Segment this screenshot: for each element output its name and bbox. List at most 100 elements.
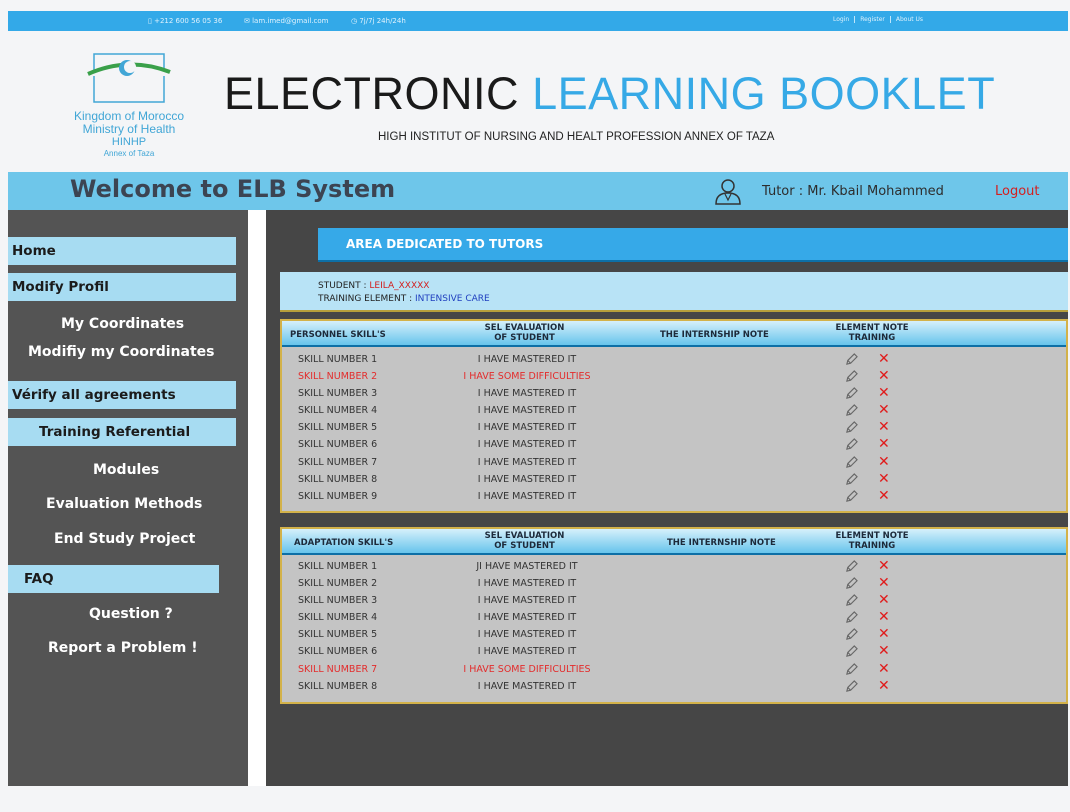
- self-evaluation: I HAVE MASTERED IT: [477, 388, 577, 400]
- self-evaluation: I HAVE MASTERED IT: [477, 439, 577, 451]
- hours-info: ◷ 7j/7j 24h/24h: [351, 17, 406, 25]
- sidebar-link-question[interactable]: Question ?: [89, 606, 173, 622]
- ministry-logo: Kingdom of Morocco Ministry of Health HI…: [54, 46, 204, 164]
- delete-x-icon[interactable]: ✕: [878, 661, 890, 677]
- sidebar-item-faq[interactable]: FAQ: [8, 565, 219, 593]
- sidebar-link-evaluation-methods[interactable]: Evaluation Methods: [46, 496, 202, 512]
- col-header-element-2: TRAINING: [848, 541, 896, 551]
- personnel-rows: SKILL NUMBER 1 I HAVE MASTERED IT ✕ SKILL …: [282, 347, 1066, 505]
- table-row: SKILL NUMBER 5 I HAVE MASTERED IT ✕: [282, 626, 1066, 643]
- self-evaluation: I HAVE MASTERED IT: [477, 629, 577, 641]
- delete-x-icon[interactable]: ✕: [878, 558, 890, 574]
- delete-x-icon[interactable]: ✕: [878, 436, 890, 452]
- table-row: SKILL NUMBER 1 I HAVE MASTERED IT ✕: [282, 351, 1066, 368]
- student-info: STUDENT : LEILA_XXXXX TRAINING ELEMENT :…: [280, 272, 1068, 312]
- delete-x-icon[interactable]: ✕: [878, 351, 890, 367]
- self-evaluation: I HAVE MASTERED IT: [477, 405, 577, 417]
- main-content: AREA DEDICATED TO TUTORS STUDENT : LEILA…: [266, 210, 1068, 786]
- skill-name: SKILL NUMBER 1: [298, 354, 378, 365]
- table-row: SKILL NUMBER 8 I HAVE MASTERED IT ✕: [282, 678, 1066, 695]
- sidebar-item-training-referential[interactable]: Training Referential: [8, 418, 236, 446]
- self-evaluation: I HAVE MASTERED IT: [477, 422, 577, 434]
- pencil-icon[interactable]: [845, 489, 858, 503]
- sidebar-item-home[interactable]: Home: [8, 237, 236, 265]
- delete-x-icon[interactable]: ✕: [878, 626, 890, 642]
- table-row: SKILL NUMBER 3 I HAVE MASTERED IT ✕: [282, 592, 1066, 609]
- logout-link[interactable]: Logout: [995, 184, 1040, 199]
- col-header-sel-2: OF STUDENT: [494, 541, 555, 551]
- skill-name: SKILL NUMBER 6: [298, 439, 378, 451]
- pencil-icon[interactable]: [845, 577, 858, 590]
- login-link[interactable]: Login: [828, 16, 856, 23]
- self-evaluation: JI HAVE MASTERED IT: [476, 561, 578, 572]
- skill-name: SKILL NUMBER 9: [298, 490, 378, 502]
- pencil-icon[interactable]: [845, 594, 858, 607]
- table-row: SKILL NUMBER 2 I HAVE SOME DIFFICULTIES ✕: [282, 368, 1066, 385]
- delete-x-icon[interactable]: ✕: [878, 643, 890, 659]
- delete-x-icon[interactable]: ✕: [878, 488, 890, 504]
- delete-x-icon[interactable]: ✕: [878, 454, 890, 470]
- pencil-icon[interactable]: [845, 404, 858, 417]
- delete-x-icon[interactable]: ✕: [878, 402, 890, 418]
- delete-x-icon[interactable]: ✕: [878, 575, 890, 591]
- pencil-icon[interactable]: [845, 370, 858, 383]
- sidebar-link-modules[interactable]: Modules: [93, 462, 159, 478]
- sidebar-link-my-coordinates[interactable]: My Coordinates: [61, 316, 184, 332]
- logo-line-4: Annex of Taza: [103, 149, 155, 158]
- tutor-name: Tutor : Mr. Kbail Mohammed: [762, 184, 944, 199]
- sidebar-item-verify-agreements[interactable]: Vérify all agreements: [8, 381, 236, 409]
- skill-name: SKILL NUMBER 7: [298, 663, 378, 675]
- training-row: TRAINING ELEMENT : INTENSIVE CARE: [318, 294, 490, 304]
- self-evaluation: I HAVE MASTERED IT: [477, 595, 577, 607]
- site-title: ELECTRONIC LEARNING BOOKLET: [224, 68, 995, 120]
- delete-x-icon[interactable]: ✕: [878, 368, 890, 384]
- self-evaluation: I HAVE SOME DIFFICULTIES: [463, 663, 591, 675]
- table-row: SKILL NUMBER 2 I HAVE MASTERED IT ✕: [282, 575, 1066, 592]
- user-icon: [715, 179, 741, 205]
- sidebar-item-modify-profil[interactable]: Modify Profil: [8, 273, 236, 301]
- adaptation-skills-header: ADAPTATION SKILL'S SEL EVALUATION OF STU…: [282, 529, 1066, 555]
- pencil-icon[interactable]: [845, 421, 858, 434]
- table-row: SKILL NUMBER 6 I HAVE MASTERED IT ✕: [282, 643, 1066, 660]
- pencil-icon[interactable]: [845, 662, 858, 676]
- delete-x-icon[interactable]: ✕: [878, 385, 890, 401]
- table-row: SKILL NUMBER 7 I HAVE MASTERED IT ✕: [282, 454, 1066, 471]
- pencil-icon[interactable]: [845, 455, 858, 469]
- crescent-logo-icon: [87, 53, 171, 103]
- delete-x-icon[interactable]: ✕: [878, 678, 890, 694]
- logo-line-2: Ministry of Health: [82, 122, 176, 136]
- welcome-title: Welcome to ELB System: [70, 175, 396, 203]
- col-header-note: THE INTERNSHIP NOTE: [667, 538, 776, 548]
- top-info-bar: ▯ +212 600 56 05 36 ✉ lam.imed@gmail.com…: [8, 11, 1068, 31]
- pencil-icon[interactable]: [845, 387, 858, 400]
- pencil-icon[interactable]: [845, 472, 858, 486]
- skill-name: SKILL NUMBER 8: [298, 473, 378, 485]
- pencil-icon[interactable]: [845, 611, 858, 624]
- sidebar: Home Modify Profil My Coordinates Modifi…: [8, 210, 248, 786]
- self-evaluation: I HAVE MASTERED IT: [477, 612, 577, 624]
- sidebar-link-report-problem[interactable]: Report a Problem !: [48, 640, 198, 656]
- sidebar-link-end-study-project[interactable]: End Study Project: [54, 531, 195, 547]
- sidebar-link-modify-coordinates[interactable]: Modifiy my Coordinates: [28, 344, 215, 360]
- skill-name: SKILL NUMBER 3: [298, 388, 378, 400]
- self-evaluation: I HAVE MASTERED IT: [477, 578, 577, 590]
- pencil-icon[interactable]: [845, 679, 858, 693]
- delete-x-icon[interactable]: ✕: [878, 471, 890, 487]
- sidebar-divider: [248, 210, 266, 786]
- title-blue: LEARNING BOOKLET: [532, 68, 996, 119]
- pencil-icon[interactable]: [845, 438, 858, 451]
- area-title-bar: AREA DEDICATED TO TUTORS: [318, 228, 1068, 262]
- pencil-icon[interactable]: [845, 645, 858, 658]
- about-link[interactable]: About Us: [891, 16, 928, 23]
- site-subtitle: HIGH INSTITUT OF NURSING AND HEALT PROFE…: [378, 131, 775, 143]
- pencil-icon[interactable]: [845, 353, 858, 366]
- col-header-element-2: TRAINING: [848, 333, 896, 343]
- self-evaluation: I HAVE SOME DIFFICULTIES: [463, 371, 591, 383]
- pencil-icon[interactable]: [845, 628, 858, 641]
- delete-x-icon[interactable]: ✕: [878, 592, 890, 608]
- delete-x-icon[interactable]: ✕: [878, 609, 890, 625]
- register-link[interactable]: Register: [855, 16, 891, 23]
- pencil-icon[interactable]: [845, 560, 858, 573]
- delete-x-icon[interactable]: ✕: [878, 419, 890, 435]
- col-header-element-1: ELEMENT NOTE: [835, 531, 909, 541]
